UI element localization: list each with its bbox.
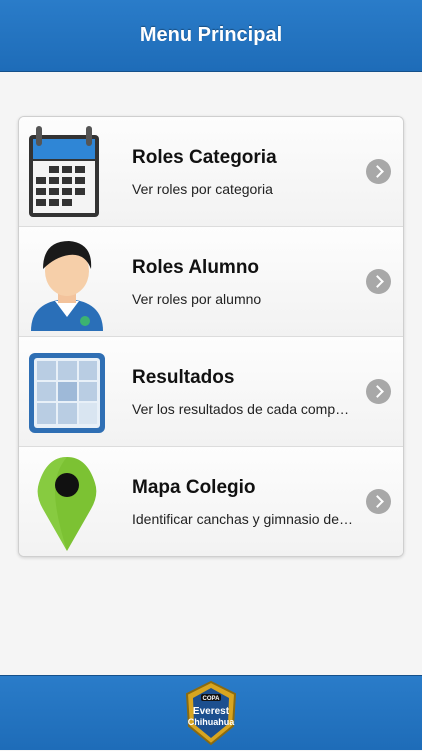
menu-item-mapa-colegio[interactable]: Mapa Colegio Identificar canchas y gimna… <box>19 447 403 556</box>
grid-table-icon <box>25 341 109 443</box>
menu-item-title: Mapa Colegio <box>132 477 256 498</box>
app-header: Menu Principal <box>0 0 422 72</box>
svg-text:Chihuahua: Chihuahua <box>188 717 235 727</box>
main-menu-list: Roles Categoria Ver roles por categoria … <box>18 116 404 557</box>
chevron-right-icon[interactable] <box>366 269 391 294</box>
menu-item-roles-alumno[interactable]: Roles Alumno Ver roles por alumno <box>19 227 403 337</box>
copa-everest-chihuahua-logo: COPA Everest Chihuahua <box>183 680 239 746</box>
menu-item-title: Roles Categoria <box>132 147 277 168</box>
svg-text:COPA: COPA <box>203 696 221 702</box>
menu-item-resultados[interactable]: Resultados Ver los resultados de cada co… <box>19 337 403 447</box>
chevron-right-icon[interactable] <box>366 159 391 184</box>
app-footer: COPA Everest Chihuahua <box>0 675 422 750</box>
map-pin-icon <box>25 451 109 553</box>
svg-text:Everest: Everest <box>193 706 230 717</box>
menu-item-subtitle: Ver roles por categoria <box>132 181 273 197</box>
menu-item-subtitle: Ver roles por alumno <box>132 291 262 307</box>
chevron-right-icon[interactable] <box>366 379 391 404</box>
page-title: Menu Principal <box>139 24 283 46</box>
chevron-right-icon[interactable] <box>366 489 391 514</box>
menu-item-title: Resultados <box>132 367 235 388</box>
menu-item-subtitle: Identificar canchas y gimnasio del coleg… <box>132 511 354 527</box>
student-avatar-icon <box>25 231 109 333</box>
menu-item-roles-categoria[interactable]: Roles Categoria Ver roles por categoria <box>19 117 403 227</box>
menu-item-subtitle: Ver los resultados de cada competencia <box>132 401 354 417</box>
calendar-icon <box>25 121 109 223</box>
menu-item-title: Roles Alumno <box>132 257 260 278</box>
